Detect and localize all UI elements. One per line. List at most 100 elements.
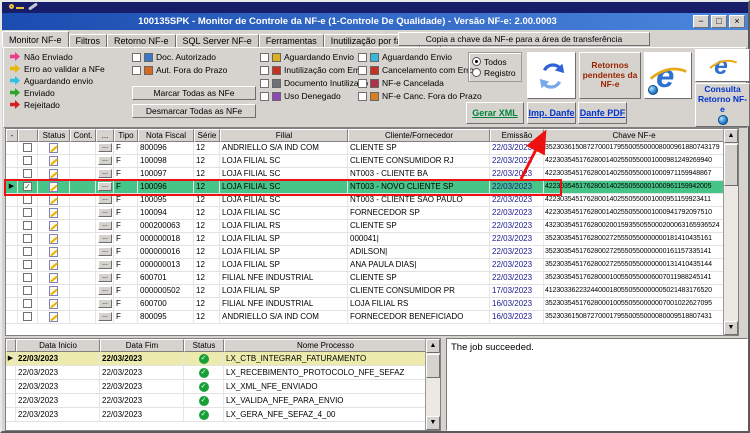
todos-radio-button[interactable] [472,57,481,66]
tab-sql-server-nfe[interactable]: SQL Server NF-e [176,34,259,48]
nfe-col-header-dots[interactable]: ... [96,129,114,142]
row-detail-button[interactable]: ... [98,169,112,178]
filter-aut-fora-prazo[interactable]: Aut. Fora do Prazo [132,65,227,75]
close-button[interactable]: × [729,15,745,28]
nfe-row[interactable]: ...F00020006312LOJA FILIAL RSCLIENTE SP2… [6,220,723,233]
filter-uso-denegado[interactable]: Uso Denegado [260,91,368,101]
filter-cancel-aguardando-envio[interactable]: Aguardando Envio [358,52,482,62]
row-detail-button[interactable]: ... [98,273,112,282]
row-detail-button[interactable]: ... [98,247,112,256]
row-detail-button[interactable]: ... [98,286,112,295]
nfe-row[interactable]: ...F10009812LOJA FILIAL SCCLIENTE CONSUM… [6,155,723,168]
process-col-header-inicio[interactable]: Data Inicio [16,339,100,352]
nfe-col-header-nota[interactable]: Nota Fiscal [138,129,194,142]
gerar-xml-button[interactable]: Gerar XML [466,102,524,124]
row-checkbox[interactable] [23,299,32,308]
row-detail-button[interactable]: ... [98,234,112,243]
row-detail-button[interactable]: ... [98,156,112,165]
row-checkbox[interactable] [23,260,32,269]
row-detail-button[interactable]: ... [98,208,112,217]
cancelamento-erro-checkbox[interactable] [358,66,367,75]
row-checkbox[interactable] [23,247,32,256]
scroll-up-button[interactable]: ▲ [426,339,440,353]
filter-inutilizacao-com-erro[interactable]: Inutilização com Erro [260,65,368,75]
nfe-row[interactable]: ...F10009712LOJA FILIAL SCNT003 - CLIENT… [6,168,723,181]
filter-nfe-canc-fora-prazo[interactable]: NF-e Canc. Fora do Prazo [358,91,482,101]
nfe-col-header-tipo[interactable]: Tipo [114,129,138,142]
documento-inutilizado-checkbox[interactable] [260,79,269,88]
nfe-cancelada-checkbox[interactable] [358,79,367,88]
consulta-retorno-button[interactable]: Consulta Retorno NF-e [695,83,750,127]
nfe-row[interactable]: ...F00000001812LOJA FILIAL SP000041|22/0… [6,233,723,246]
process-row[interactable]: 22/03/202322/03/2023✓LX_RECEBIMENTO_PROT… [6,366,425,380]
process-row[interactable]: ▶22/03/202322/03/2023✓LX_CTB_INTEGRAR_FA… [6,352,425,366]
nfe-col-header-filial[interactable]: Filial [220,129,348,142]
row-detail-button[interactable]: ... [98,299,112,308]
nfe-row[interactable]: ...F80009512ANDRIELLO S/A IND COMFORNECE… [6,311,723,324]
nfe-row[interactable]: ...F10009512LOJA FILIAL SCNT003 - CLIENT… [6,194,723,207]
nfe-grid-scrollbar[interactable]: ▲ ▼ [723,129,738,335]
process-col-header-status[interactable]: Status [184,339,224,352]
aut-fora-prazo-checkbox[interactable] [132,66,141,75]
nfe-row[interactable]: ...F00000050212LOJA FILIAL SPCLIENTE CON… [6,285,723,298]
cancel-aguardando-checkbox[interactable] [358,53,367,62]
filter-documento-inutilizado[interactable]: Documento Inutilizado [260,78,368,88]
process-row[interactable]: 22/03/202322/03/2023✓LX_XML_NFE_ENVIADO [6,380,425,394]
row-checkbox[interactable] [23,182,32,191]
nfe-row[interactable]: ...F80009612ANDRIELLO S/A IND COMCLIENTE… [6,142,723,155]
row-detail-button[interactable]: ... [98,143,112,152]
process-row[interactable]: 22/03/202322/03/2023✓LX_VALIDA_NFE_PARA_… [6,394,425,408]
nfe-col-header-marker[interactable]: - [6,129,18,142]
registro-radio-button[interactable] [472,68,481,77]
row-checkbox[interactable] [23,286,32,295]
nfe-col-header-chave[interactable]: Chave NF-e [544,129,724,142]
tab-monitor-nfe[interactable]: Monitor NF-e [2,31,69,48]
minimize-button[interactable]: − [693,15,709,28]
nfe-col-header-check[interactable] [18,129,38,142]
row-checkbox[interactable] [23,312,32,321]
process-col-header-processo[interactable]: Nome Processo [224,339,427,352]
inutil-aguardando-checkbox[interactable] [260,53,269,62]
row-detail-button[interactable]: ... [98,195,112,204]
tab-filtros[interactable]: Filtros [69,34,108,48]
row-detail-button[interactable]: ... [98,312,112,321]
row-checkbox[interactable] [23,234,32,243]
nfe-col-header-emissao[interactable]: Emissão [490,129,544,142]
nfe-row[interactable]: ...F60070112FILIAL NFE INDUSTRIALCLIENTE… [6,272,723,285]
filter-cancelamento-com-erro[interactable]: Cancelamento com Erro [358,65,482,75]
process-grid-scrollbar[interactable]: ▲ ▼ [425,339,440,430]
danfe-pdf-button[interactable]: Danfe PDF [578,102,627,124]
refresh-retornos-button[interactable] [527,52,576,99]
wrench-icon[interactable] [28,2,38,10]
nfe-row[interactable]: ...F10009412LOJA FILIAL SCFORNECEDOR SP2… [6,207,723,220]
row-checkbox[interactable] [23,208,32,217]
nfe-row[interactable]: ...F00000001312LOJA FILIAL SPANA PAULA D… [6,259,723,272]
doc-autorizado-checkbox[interactable] [132,53,141,62]
imp-danfe-button[interactable]: Imp. Danfe [527,102,576,124]
uso-denegado-checkbox[interactable] [260,92,269,101]
filter-inutil-aguardando-envio[interactable]: Aguardando Envio [260,52,368,62]
key-icon[interactable] [9,4,14,9]
scroll-thumb[interactable] [724,144,738,186]
marcar-todas-button[interactable]: Marcar Todas as NFe [132,86,256,100]
inutilizacao-erro-checkbox[interactable] [260,66,269,75]
scroll-down-button[interactable]: ▼ [724,321,738,335]
scroll-down-button[interactable]: ▼ [426,416,440,430]
row-checkbox[interactable] [23,221,32,230]
tab-ferramentas[interactable]: Ferramentas [259,34,324,48]
nfe-row[interactable]: ▶...F10009612LOJA FILIAL SCNT003 - NOVO … [6,181,723,194]
nfe-row[interactable]: ...F60070012FILIAL NFE INDUSTRIALLOJA FI… [6,298,723,311]
process-row[interactable]: 22/03/202322/03/2023✓LX_GERA_NFE_SEFAZ_4… [6,408,425,422]
process-col-header-marker[interactable] [6,339,16,352]
row-detail-button[interactable]: ... [98,260,112,269]
row-detail-button[interactable]: ... [98,182,112,191]
radio-registro[interactable]: Registro [472,67,518,78]
radio-todos[interactable]: Todos [472,56,518,67]
filter-nfe-cancelada[interactable]: NF-e Cancelada [358,78,482,88]
row-checkbox[interactable] [23,169,32,178]
row-checkbox[interactable] [23,273,32,282]
nfe-col-header-status[interactable]: Status [38,129,70,142]
retornos-pendentes-button[interactable]: Retornos pendentes da NF-e [579,52,641,99]
scroll-thumb[interactable] [426,354,440,378]
copy-chave-button[interactable]: Copia a chave da NF-e para a área de tra… [398,32,650,46]
